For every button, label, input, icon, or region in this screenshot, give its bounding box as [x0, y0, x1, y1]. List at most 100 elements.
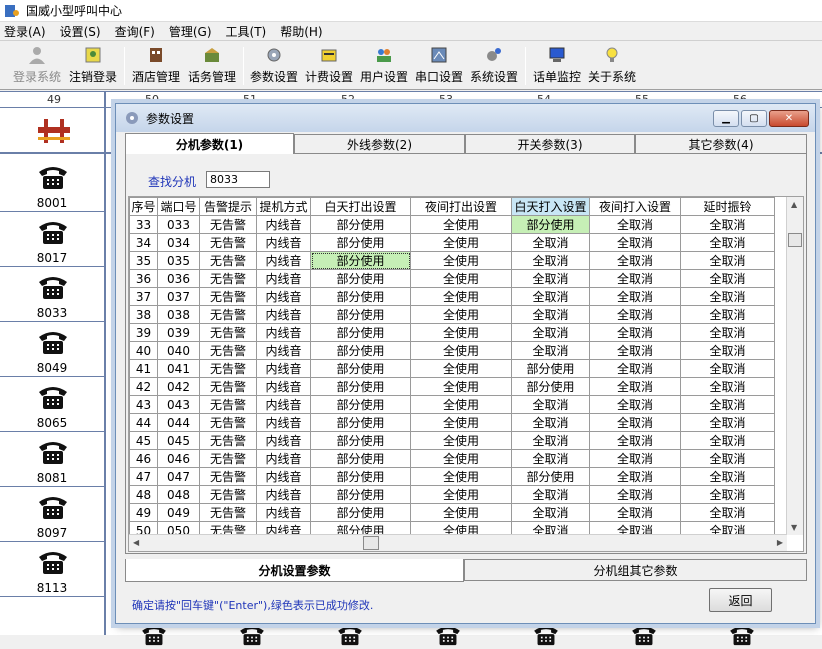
table-cell[interactable]: 无告警: [199, 251, 257, 270]
table-cell[interactable]: 全使用: [410, 305, 512, 324]
table-cell[interactable]: 全取消: [511, 413, 590, 432]
scroll-down-arrow[interactable]: ▼: [791, 523, 797, 532]
table-cell[interactable]: 全使用: [410, 431, 512, 450]
vertical-scroll-thumb[interactable]: [788, 233, 802, 247]
table-cell[interactable]: 全取消: [511, 485, 590, 504]
table-cell[interactable]: 内线音: [256, 269, 311, 288]
table-cell[interactable]: 全取消: [680, 215, 775, 234]
hotel-manage-button[interactable]: 酒店管理: [129, 43, 183, 89]
table-cell[interactable]: 无告警: [199, 431, 257, 450]
table-row[interactable]: 35 035 无告警 内线音 部分使用 全使用 全取消 全取消 全取消: [129, 251, 775, 270]
menu-login[interactable]: 登录(A): [4, 23, 46, 40]
horizontal-scrollbar[interactable]: ◀ ▶: [129, 534, 787, 551]
table-cell[interactable]: 全使用: [410, 377, 512, 396]
table-cell[interactable]: 全取消: [589, 305, 681, 324]
table-cell[interactable]: 部分使用: [310, 251, 411, 270]
table-cell[interactable]: 部分使用: [310, 287, 411, 306]
table-cell[interactable]: 内线音: [256, 233, 311, 252]
table-row[interactable]: 45 045 无告警 内线音 部分使用 全使用 全取消 全取消 全取消: [129, 431, 775, 450]
table-cell[interactable]: 全使用: [410, 467, 512, 486]
scroll-up-arrow[interactable]: ▲: [791, 200, 797, 209]
table-cell[interactable]: 内线音: [256, 251, 311, 270]
scroll-right-arrow[interactable]: ▶: [777, 538, 783, 547]
table-cell[interactable]: 无告警: [199, 341, 257, 360]
table-row[interactable]: 47 047 无告警 内线音 部分使用 全使用 部分使用 全取消 全取消: [129, 467, 775, 486]
column-header[interactable]: 延时振铃: [680, 197, 775, 216]
table-cell[interactable]: 无告警: [199, 503, 257, 522]
table-cell[interactable]: 全取消: [680, 269, 775, 288]
table-cell[interactable]: 全取消: [589, 287, 681, 306]
menu-help[interactable]: 帮助(H): [280, 23, 322, 40]
table-cell[interactable]: 全取消: [511, 269, 590, 288]
table-cell[interactable]: 全取消: [589, 269, 681, 288]
table-cell[interactable]: 全取消: [680, 377, 775, 396]
extension-cell[interactable]: 8097: [0, 488, 104, 543]
table-cell[interactable]: 无告警: [199, 467, 257, 486]
table-cell[interactable]: 全取消: [589, 431, 681, 450]
table-cell[interactable]: 内线音: [256, 377, 311, 396]
table-cell[interactable]: 无告警: [199, 377, 257, 396]
table-cell[interactable]: 全取消: [511, 305, 590, 324]
table-cell[interactable]: 全取消: [680, 305, 775, 324]
extension-cell[interactable]: 8081: [0, 433, 104, 488]
table-cell[interactable]: 全使用: [410, 359, 512, 378]
table-row[interactable]: 39 039 无告警 内线音 部分使用 全使用 全取消 全取消 全取消: [129, 323, 775, 342]
table-cell[interactable]: 全取消: [511, 395, 590, 414]
table-cell[interactable]: 全取消: [589, 215, 681, 234]
table-cell[interactable]: 全取消: [680, 395, 775, 414]
column-header[interactable]: 白天打入设置: [511, 197, 590, 216]
table-row[interactable]: 46 046 无告警 内线音 部分使用 全使用 全取消 全取消 全取消: [129, 449, 775, 468]
login-system-button[interactable]: 登录系统: [10, 43, 64, 89]
table-cell[interactable]: 全使用: [410, 251, 512, 270]
table-cell[interactable]: 全取消: [589, 503, 681, 522]
table-cell[interactable]: 部分使用: [511, 359, 590, 378]
table-row[interactable]: 37 037 无告警 内线音 部分使用 全使用 全取消 全取消 全取消: [129, 287, 775, 306]
table-cell[interactable]: 内线音: [256, 305, 311, 324]
horizontal-scroll-thumb[interactable]: [363, 536, 379, 550]
extension-cell[interactable]: 8049: [0, 323, 104, 378]
table-cell[interactable]: 部分使用: [310, 269, 411, 288]
table-cell[interactable]: 全取消: [680, 431, 775, 450]
user-settings-button[interactable]: 用户设置: [357, 43, 411, 89]
table-cell[interactable]: 全取消: [680, 341, 775, 360]
table-cell[interactable]: 全取消: [511, 287, 590, 306]
table-cell[interactable]: 部分使用: [310, 341, 411, 360]
table-cell[interactable]: 无告警: [199, 323, 257, 342]
table-cell[interactable]: 部分使用: [310, 485, 411, 504]
system-settings-button[interactable]: 系统设置: [467, 43, 521, 89]
call-monitor-button[interactable]: 话单监控: [530, 43, 584, 89]
table-cell[interactable]: 全取消: [511, 251, 590, 270]
minimize-button[interactable]: ▁: [713, 110, 739, 127]
table-cell[interactable]: 全使用: [410, 269, 512, 288]
table-cell[interactable]: 全取消: [680, 485, 775, 504]
table-cell[interactable]: 部分使用: [310, 431, 411, 450]
table-row[interactable]: 36 036 无告警 内线音 部分使用 全使用 全取消 全取消 全取消: [129, 269, 775, 288]
table-cell[interactable]: 全取消: [589, 341, 681, 360]
table-cell[interactable]: 全取消: [680, 359, 775, 378]
table-row[interactable]: 49 049 无告警 内线音 部分使用 全使用 全取消 全取消 全取消: [129, 503, 775, 522]
table-cell[interactable]: 全取消: [589, 395, 681, 414]
table-cell[interactable]: 内线音: [256, 287, 311, 306]
table-cell[interactable]: 无告警: [199, 449, 257, 468]
table-row[interactable]: 40 040 无告警 内线音 部分使用 全使用 全取消 全取消 全取消: [129, 341, 775, 360]
table-row[interactable]: 38 038 无告警 内线音 部分使用 全使用 全取消 全取消 全取消: [129, 305, 775, 324]
table-cell[interactable]: 部分使用: [310, 467, 411, 486]
table-cell[interactable]: 部分使用: [310, 503, 411, 522]
table-cell[interactable]: 全使用: [410, 341, 512, 360]
table-cell[interactable]: 全取消: [589, 467, 681, 486]
table-cell[interactable]: 内线音: [256, 431, 311, 450]
tab-extension-params[interactable]: 分机参数(1): [125, 133, 294, 155]
table-cell[interactable]: 内线音: [256, 485, 311, 504]
trunk-line-icon[interactable]: [34, 117, 74, 145]
table-cell[interactable]: 全取消: [589, 251, 681, 270]
table-cell[interactable]: 全使用: [410, 323, 512, 342]
table-cell[interactable]: 全取消: [511, 449, 590, 468]
table-cell[interactable]: 无告警: [199, 269, 257, 288]
table-cell[interactable]: 无告警: [199, 233, 257, 252]
table-cell[interactable]: 全取消: [589, 449, 681, 468]
table-cell[interactable]: 无告警: [199, 305, 257, 324]
table-cell[interactable]: 部分使用: [310, 395, 411, 414]
extension-cell[interactable]: 8017: [0, 213, 104, 268]
table-cell[interactable]: 全使用: [410, 413, 512, 432]
table-cell[interactable]: 内线音: [256, 467, 311, 486]
